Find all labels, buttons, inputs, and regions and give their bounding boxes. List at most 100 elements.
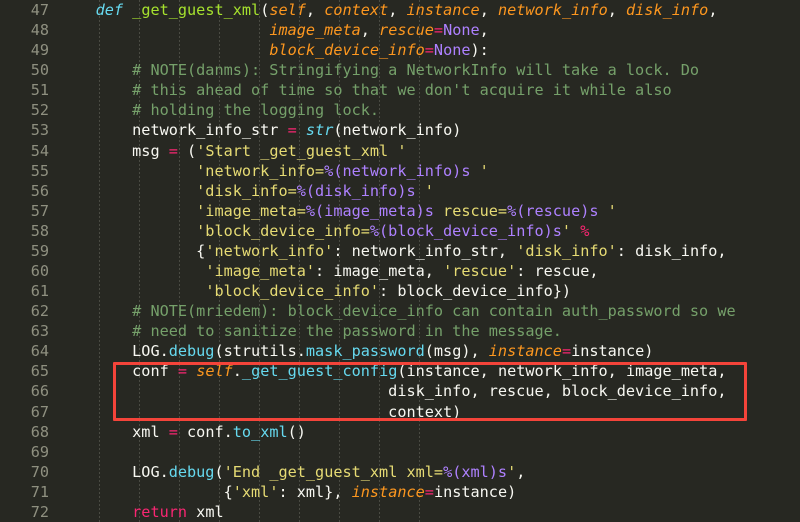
token-op: = [561, 342, 572, 361]
code-line[interactable]: 71 {'xml': xml}, instance=instance) [0, 482, 800, 502]
code-line[interactable]: 47 def _get_guest_xml(self, context, ins… [0, 0, 800, 20]
code-line[interactable]: 49 block_device_info=None): [0, 40, 800, 60]
token-str: 'image_meta= [196, 201, 306, 220]
code-line-content[interactable]: {'xml': xml}, instance=instance) [59, 482, 517, 502]
code-line-content[interactable]: 'image_meta=%(image_meta)s rescue=%(resc… [59, 201, 617, 221]
line-number: 60 [30, 262, 49, 281]
token-punc: , [360, 21, 380, 40]
code-line[interactable]: 55 'network_info=%(network_info)s ' [0, 161, 800, 181]
token-cmt: # NOTE(danms): Stringifying a NetworkInf… [132, 61, 700, 80]
code-line[interactable]: 56 'disk_info=%(disk_info)s ' [0, 181, 800, 201]
code-line-content[interactable]: {'network_info': network_info_str, 'disk… [59, 241, 727, 261]
token-punc: , [305, 1, 325, 19]
code-line[interactable]: 69 [0, 442, 800, 462]
code-line[interactable]: 51 # this ahead of time so that we don't… [0, 80, 800, 100]
token-punc: , [607, 1, 627, 19]
code-line[interactable]: 70 LOG.debug('End _get_guest_xml xml=%(x… [0, 462, 800, 482]
code-line[interactable]: 60 'image_meta': image_meta, 'rescue': r… [0, 261, 800, 281]
line-number: 68 [30, 422, 49, 441]
code-line[interactable]: 65 conf = self._get_guest_config(instanc… [0, 361, 800, 381]
token-plain: instance) [433, 482, 517, 501]
token-plain: xml [187, 502, 224, 521]
token-str: ' [470, 161, 489, 180]
code-line-content[interactable]: context) [59, 402, 461, 422]
token-str: 'rescue' [443, 262, 517, 281]
code-line-content[interactable]: xml = conf.to_xml() [59, 422, 306, 442]
code-line-content[interactable]: # this ahead of time so that we don't ac… [59, 80, 672, 100]
code-line[interactable]: 52 # holding the logging lock. [0, 100, 800, 120]
token-meth: to_xml [232, 422, 288, 441]
code-line-content[interactable]: return xml [59, 502, 224, 522]
token-plain: : xml}, [278, 482, 352, 501]
token-plain: : block_device_info}) [379, 282, 572, 301]
token-meth: _get_guest_config [241, 362, 398, 381]
token-cmt: # need to sanitize the password in the m… [132, 322, 562, 341]
token-punc: ( [214, 462, 224, 481]
token-cmt: # this ahead of time so that we don't ac… [132, 81, 672, 100]
token-const: %(xml)s [443, 462, 508, 481]
code-line[interactable]: 57 'image_meta=%(image_meta)s rescue=%(r… [0, 201, 800, 221]
code-line-content[interactable]: conf = self._get_guest_config(instance, … [59, 361, 727, 381]
code-line-content[interactable]: 'image_meta': image_meta, 'rescue': resc… [59, 261, 598, 281]
code-line-content[interactable]: 'block_device_info': block_device_info}) [59, 281, 571, 301]
token-param: network_info [497, 1, 608, 19]
code-line[interactable]: 68 xml = conf.to_xml() [0, 422, 800, 442]
code-line-content[interactable]: # need to sanitize the password in the m… [59, 321, 562, 341]
token-plain: (network_info) [333, 121, 462, 140]
code-line[interactable]: 48 image_meta, rescue=None, [0, 20, 800, 40]
code-line-content[interactable]: # holding the logging lock. [59, 100, 379, 120]
line-number: 71 [30, 482, 49, 501]
code-line-content[interactable]: 'network_info=%(network_info)s ' [59, 161, 489, 181]
token-op: = [168, 141, 178, 160]
code-line-content[interactable]: LOG.debug('End _get_guest_xml xml=%(xml)… [59, 462, 525, 482]
line-number: 62 [30, 302, 49, 321]
line-number: 67 [30, 402, 49, 421]
code-line-content[interactable]: network_info_str = str(network_info) [59, 120, 461, 140]
code-line-content[interactable]: disk_info, rescue, block_device_info, [59, 381, 726, 401]
token-op: = [433, 21, 444, 40]
code-line[interactable]: 67 context) [0, 402, 800, 422]
line-number: 69 [30, 442, 49, 461]
token-plain: (instance, network_info, image_meta, [397, 362, 727, 381]
token-kw2: return [132, 502, 188, 521]
code-line-content[interactable]: # NOTE(danms): Stringifying a NetworkInf… [59, 60, 699, 80]
token-meth: mask_password [305, 342, 425, 361]
token-str: 'block_device_info= [196, 221, 370, 240]
token-op: % [580, 221, 590, 240]
code-line[interactable]: 66 disk_info, rescue, block_device_info, [0, 381, 800, 401]
code-line[interactable]: 63 # need to sanitize the password in th… [0, 321, 800, 341]
code-line-content[interactable]: LOG.debug(strutils.mask_password(msg), i… [59, 341, 653, 361]
code-line[interactable]: 62 # NOTE(mriedem): block_device_info ca… [0, 301, 800, 321]
code-line[interactable]: 72 return xml [0, 502, 800, 522]
code-line-content[interactable]: def _get_guest_xml(self, context, instan… [59, 0, 718, 20]
code-line[interactable]: 53 network_info_str = str(network_info) [0, 120, 800, 140]
code-line[interactable]: 54 msg = ('Start _get_guest_xml ' [0, 141, 800, 161]
code-line-content[interactable]: block_device_info=None): [59, 40, 488, 60]
code-line-content[interactable]: 'block_device_info=%(block_device_info)s… [59, 221, 589, 241]
token-punc: { [223, 482, 233, 501]
code-line-content[interactable]: # NOTE(mriedem): block_device_info can c… [59, 301, 735, 321]
token-plain: : disk_info, [616, 241, 727, 260]
code-line-content[interactable]: msg = ('Start _get_guest_xml ' [59, 141, 406, 161]
token-punc: , [708, 1, 718, 19]
code-line-content[interactable]: 'disk_info=%(disk_info)s ' [59, 181, 434, 201]
code-editor[interactable]: 47 def _get_guest_xml(self, context, ins… [0, 0, 800, 522]
token-param: disk_info [626, 1, 709, 19]
token-plain: msg [132, 141, 169, 160]
token-param: self [196, 362, 233, 381]
code-line[interactable]: 64 LOG.debug(strutils.mask_password(msg)… [0, 341, 800, 361]
token-plain: : image_meta, [315, 262, 444, 281]
token-const: None [433, 41, 471, 60]
code-line[interactable]: 50 # NOTE(danms): Stringifying a Network… [0, 60, 800, 80]
code-line[interactable]: 61 'block_device_info': block_device_inf… [0, 281, 800, 301]
code-line-content[interactable]: image_meta, rescue=None, [59, 20, 489, 40]
code-line[interactable]: 58 'block_device_info=%(block_device_inf… [0, 221, 800, 241]
code-line[interactable]: 59 {'network_info': network_info_str, 'd… [0, 241, 800, 261]
code-lines-container[interactable]: 47 def _get_guest_xml(self, context, ins… [0, 0, 800, 522]
